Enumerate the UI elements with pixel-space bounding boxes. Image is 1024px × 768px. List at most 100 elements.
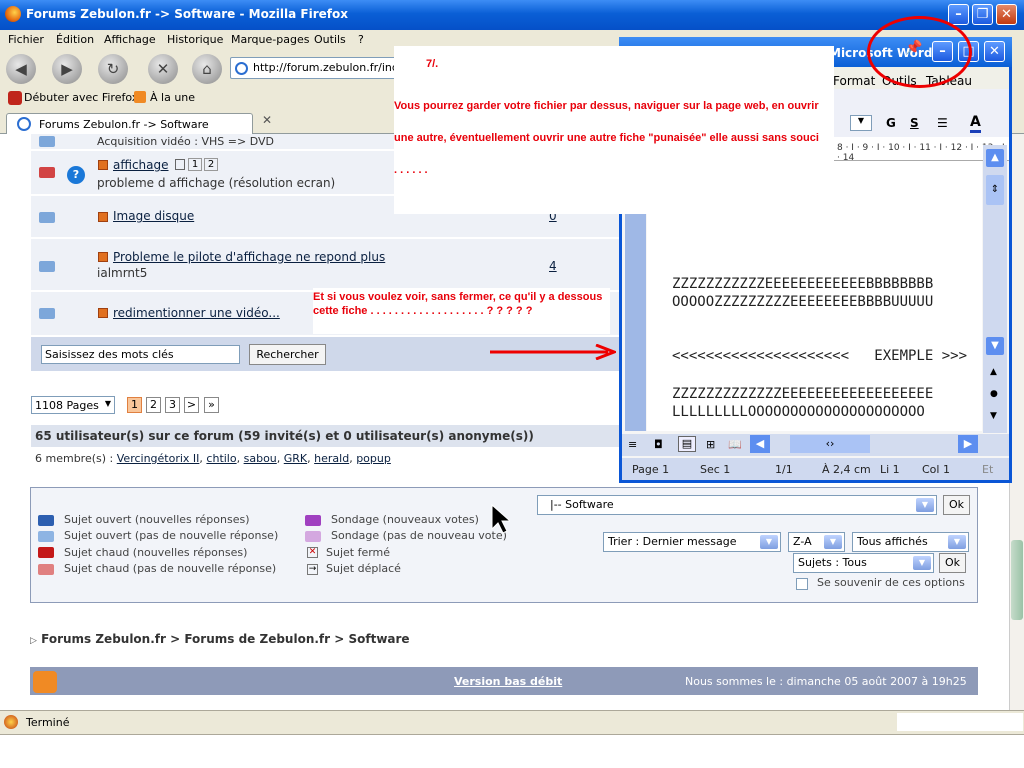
menu-fichier[interactable]: Fichier <box>8 33 44 46</box>
legend-label: Sujet chaud (pas de nouvelle réponse) <box>64 562 277 575</box>
chevron-down-icon: ▼ <box>916 498 934 512</box>
sort-order-select[interactable]: Z-A ▼ <box>788 532 845 552</box>
firefox-logo-icon <box>5 6 21 22</box>
prev-page-icon[interactable]: ▲ <box>990 367 997 377</box>
last-page-link[interactable]: » <box>204 397 219 413</box>
word-close-button[interactable]: ✕ <box>984 41 1005 62</box>
bookmark-a-la-une[interactable]: À la une <box>150 91 195 104</box>
list-icon[interactable]: ☰ <box>937 116 948 130</box>
rss-feed-icon <box>134 91 146 103</box>
moved-topic-icon: → <box>307 564 318 575</box>
member-link[interactable]: GRK <box>284 452 307 465</box>
forum-jump-value: |-- Software <box>550 498 614 511</box>
topic-page-link[interactable]: 2 <box>204 158 218 171</box>
minimize-button[interactable]: – <box>948 4 969 25</box>
search-button[interactable]: Rechercher <box>249 344 326 365</box>
forward-icon[interactable]: ▶ <box>52 54 82 84</box>
topic-filter-select[interactable]: Sujets : Tous ▼ <box>793 553 934 573</box>
page-count-select[interactable]: 1108 Pages ▼ <box>31 396 115 414</box>
taskbar-area <box>0 734 1024 768</box>
forum-jump-select[interactable]: |-- Software ▼ <box>537 495 937 515</box>
scroll-down-icon[interactable]: ▼ <box>986 337 1004 355</box>
scrollbar-thumb[interactable] <box>1011 540 1023 620</box>
display-filter-select[interactable]: Tous affichés ▼ <box>852 532 969 552</box>
topic-title-link[interactable]: redimentionner une vidéo... <box>113 306 280 320</box>
members-label: 6 membre(s) : <box>35 452 114 465</box>
bold-icon[interactable]: G <box>886 116 896 130</box>
topic-title-link[interactable]: Probleme le pilote d'affichage ne repond… <box>113 250 385 264</box>
close-tab-icon[interactable]: ✕ <box>262 113 278 129</box>
next-page-icon[interactable]: ▼ <box>990 411 997 421</box>
remember-options-checkbox[interactable] <box>796 578 808 590</box>
member-link[interactable]: herald <box>314 452 349 465</box>
member-link[interactable]: chtilo <box>206 452 236 465</box>
home-icon[interactable]: ⌂ <box>192 54 222 84</box>
bookmark-debuter[interactable]: Débuter avec Firefox <box>24 91 138 104</box>
search-input[interactable]: Saisissez des mots clés <box>41 345 240 364</box>
url-bar[interactable]: http://forum.zebulon.fr/index <box>230 57 412 79</box>
scroll-right-icon[interactable]: ▶ <box>958 435 978 453</box>
menu-help[interactable]: ? <box>358 33 364 46</box>
filter-ok-button[interactable]: Ok <box>939 553 966 573</box>
topic-desc: probleme d affichage (résolution ecran) <box>97 176 336 190</box>
web-view-icon[interactable]: ◘ <box>654 438 663 451</box>
new-post-arrow-icon[interactable] <box>98 212 108 222</box>
member-link[interactable]: sabou <box>244 452 277 465</box>
breadcrumb-item[interactable]: Forums de Zebulon.fr <box>184 632 330 646</box>
word-horizontal-bar: ≡ ◘ ▤ ⊞ 📖 ◀ ‹› ▶ <box>622 434 1009 456</box>
scroll-up-icon[interactable]: ▲ <box>986 149 1004 167</box>
current-date: Nous sommes le : dimanche 05 août 2007 à… <box>685 675 967 688</box>
new-post-arrow-icon[interactable] <box>98 160 108 170</box>
outline-view-icon[interactable]: ⊞ <box>706 438 715 451</box>
topic-page-link[interactable]: 1 <box>188 158 202 171</box>
menu-edition[interactable]: Édition <box>56 33 94 46</box>
reading-view-icon[interactable]: 📖 <box>728 438 742 451</box>
page-link-current[interactable]: 1 <box>127 397 142 413</box>
hscroll-thumb[interactable]: ‹› <box>790 435 870 453</box>
tab-forums-software[interactable]: Forums Zebulon.fr -> Software <box>6 113 253 135</box>
member-link[interactable]: Vercingétorix II <box>117 452 200 465</box>
sort-by-select[interactable]: Trier : Dernier message ▼ <box>603 532 781 552</box>
word-vertical-scrollbar[interactable]: ▲ ⇕ ▼ ▲ ● ▼ <box>983 145 1007 433</box>
print-view-icon[interactable]: ▤ <box>678 436 696 452</box>
reload-icon[interactable]: ↻ <box>98 54 128 84</box>
font-size-dropdown[interactable]: ▼ <box>850 115 872 131</box>
menu-marque-pages[interactable]: Marque-pages <box>231 33 309 46</box>
topic-title-link[interactable]: affichage <box>113 158 169 172</box>
back-icon[interactable]: ◀ <box>6 54 36 84</box>
stop-icon[interactable]: ✕ <box>148 54 178 84</box>
next-page-link[interactable]: > <box>184 397 199 413</box>
page-link[interactable]: 2 <box>146 397 161 413</box>
menu-affichage[interactable]: Affichage <box>104 33 156 46</box>
tab-label: Forums Zebulon.fr -> Software <box>39 118 209 131</box>
browser-titlebar: Forums Zebulon.fr -> Software - Mozilla … <box>0 0 1024 30</box>
doc-line: <<<<<<<<<<<<<<<<<<<<< EXEMPLE >>> <box>672 348 968 364</box>
underline-icon[interactable]: S <box>910 116 919 130</box>
low-bandwidth-link[interactable]: Version bas débit <box>454 675 562 688</box>
new-post-arrow-icon[interactable] <box>98 252 108 262</box>
word-menu-item[interactable]: Format <box>833 74 875 88</box>
breadcrumb-item[interactable]: Software <box>348 632 409 646</box>
new-post-arrow-icon[interactable] <box>98 308 108 318</box>
browse-object-icon[interactable]: ● <box>990 389 998 399</box>
menu-historique[interactable]: Historique <box>167 33 223 46</box>
page-link[interactable]: 3 <box>165 397 180 413</box>
topic-replies[interactable]: 4 <box>549 259 557 273</box>
close-button[interactable]: ✕ <box>996 4 1017 25</box>
breadcrumb-item[interactable]: Forums Zebulon.fr <box>41 632 166 646</box>
member-link[interactable]: popup <box>356 452 391 465</box>
doc-line: LLLLLLLLLOOOOOOOOOOOOOOOOOOOOO <box>672 404 925 420</box>
scroll-left-icon[interactable]: ◀ <box>750 435 770 453</box>
normal-view-icon[interactable]: ≡ <box>628 438 637 451</box>
tab-favicon-icon <box>17 117 31 131</box>
topic-title-link[interactable]: Image disque <box>113 209 194 223</box>
scroll-thumb[interactable]: ⇕ <box>986 175 1004 205</box>
maximize-button[interactable]: ❐ <box>972 4 993 25</box>
menu-outils[interactable]: Outils <box>314 33 346 46</box>
topic-desc: Acquisition vidéo : VHS => DVD <box>97 135 274 148</box>
forum-jump-ok-button[interactable]: Ok <box>943 495 970 515</box>
hot-folder-new-icon <box>38 547 54 558</box>
status-position: À 2,4 cm <box>822 463 871 476</box>
font-color-icon[interactable]: A <box>970 114 981 133</box>
rss-icon[interactable] <box>33 671 57 693</box>
